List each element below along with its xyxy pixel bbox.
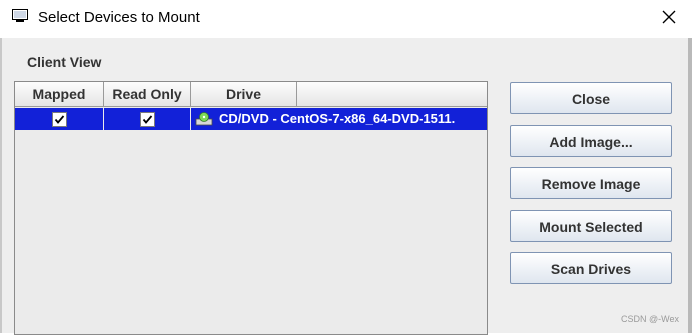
client-view-label: Client View xyxy=(27,54,102,70)
remove-image-button[interactable]: Remove Image xyxy=(510,167,672,199)
close-icon[interactable] xyxy=(652,2,686,32)
dialog-content: Client View Mapped Read Only Drive CD/DV… xyxy=(2,38,688,335)
add-image-button[interactable]: Add Image... xyxy=(510,125,672,157)
table-header: Mapped Read Only Drive xyxy=(15,82,487,107)
title-bar: Select Devices to Mount xyxy=(0,0,692,36)
table-row[interactable]: CD/DVD - CentOS-7-x86_64-DVD-1511. xyxy=(15,108,487,130)
drive-cell[interactable]: CD/DVD - CentOS-7-x86_64-DVD-1511. xyxy=(191,108,487,130)
column-header-read-only[interactable]: Read Only xyxy=(104,82,191,107)
devices-table[interactable]: Mapped Read Only Drive CD/DVD - CentOS-7… xyxy=(14,81,488,335)
monitor-icon xyxy=(12,9,28,23)
column-header-drive[interactable]: Drive xyxy=(191,82,297,107)
cd-drive-icon xyxy=(195,111,213,127)
read-only-checkbox[interactable] xyxy=(140,112,155,127)
checkmark-icon xyxy=(54,115,65,124)
window-right-border xyxy=(688,38,692,333)
read-only-cell[interactable] xyxy=(104,108,190,130)
scan-drives-button[interactable]: Scan Drives xyxy=(510,252,672,284)
mapped-cell[interactable] xyxy=(15,108,103,130)
drive-name: CD/DVD - CentOS-7-x86_64-DVD-1511. xyxy=(219,111,456,126)
checkmark-icon xyxy=(142,115,153,124)
mount-selected-button[interactable]: Mount Selected xyxy=(510,210,672,242)
close-button[interactable]: Close xyxy=(510,82,672,114)
column-header-filler xyxy=(297,82,487,107)
window-title: Select Devices to Mount xyxy=(38,9,200,26)
watermark: CSDN @-Wex xyxy=(621,314,679,324)
column-header-mapped[interactable]: Mapped xyxy=(15,82,104,107)
mapped-checkbox[interactable] xyxy=(52,112,67,127)
